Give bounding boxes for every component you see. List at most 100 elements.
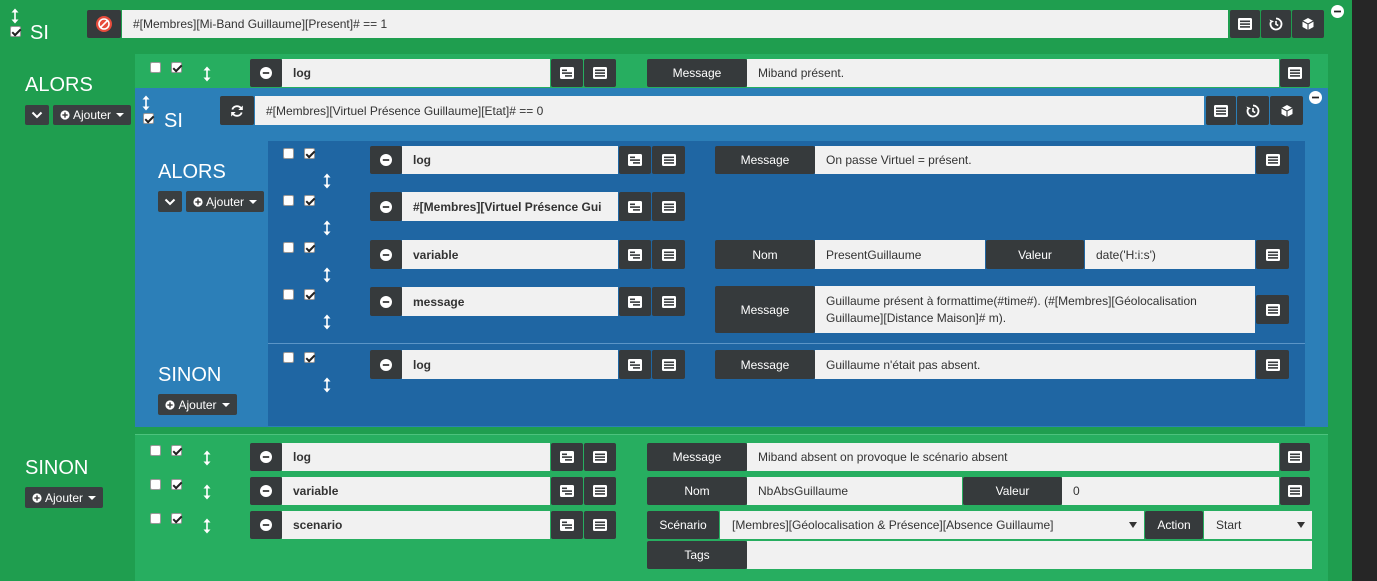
enable-checkbox[interactable] bbox=[304, 352, 315, 363]
select-checkbox[interactable] bbox=[150, 62, 161, 73]
message-input[interactable]: Guillaume présent à formattime(#time#). … bbox=[815, 286, 1255, 333]
cube-button[interactable] bbox=[1270, 96, 1303, 125]
enable-checkbox[interactable] bbox=[304, 289, 315, 300]
enable-checkbox[interactable] bbox=[171, 445, 182, 456]
drag-handle-icon[interactable] bbox=[202, 66, 212, 82]
message-input[interactable]: Guillaume n'était pas absent. bbox=[815, 350, 1255, 379]
message-input[interactable]: On passe Virtuel = présent. bbox=[815, 146, 1255, 174]
action-options-button[interactable] bbox=[652, 146, 685, 174]
message-input[interactable]: Miband absent on provoque le scénario ab… bbox=[747, 443, 1279, 471]
select-checkbox[interactable] bbox=[283, 195, 294, 206]
action-list-button[interactable] bbox=[551, 443, 583, 471]
action-type-input[interactable]: log bbox=[282, 443, 550, 471]
variable-name-input[interactable]: NbAbsGuillaume bbox=[747, 477, 962, 505]
variable-value-input[interactable]: 0 bbox=[1062, 477, 1279, 505]
action-list-button[interactable] bbox=[619, 146, 651, 174]
drag-handle-icon[interactable] bbox=[322, 173, 332, 189]
enable-checkbox[interactable] bbox=[171, 513, 182, 524]
action-type-input[interactable]: log bbox=[282, 59, 550, 87]
variable-value-input[interactable]: date('H:i:s') bbox=[1085, 240, 1255, 269]
action-options-button[interactable] bbox=[584, 477, 616, 505]
enable-checkbox[interactable] bbox=[171, 479, 182, 490]
history-button[interactable] bbox=[1237, 96, 1269, 125]
enable-checkbox[interactable] bbox=[143, 113, 154, 124]
add-dropdown[interactable]: Ajouter bbox=[25, 487, 103, 508]
remove-block-icon[interactable] bbox=[1309, 91, 1322, 104]
message-options-button[interactable] bbox=[1256, 295, 1289, 324]
select-checkbox[interactable] bbox=[150, 445, 161, 456]
enable-checkbox[interactable] bbox=[10, 26, 21, 37]
scenario-select[interactable]: [Membres][Géolocalisation & Présence][Ab… bbox=[720, 511, 1144, 539]
action-options-button[interactable] bbox=[652, 287, 685, 316]
drag-handle-icon[interactable] bbox=[10, 8, 20, 24]
message-input[interactable]: Miband présent. bbox=[747, 59, 1279, 87]
remove-action-button[interactable] bbox=[370, 146, 402, 174]
drag-handle-icon[interactable] bbox=[202, 518, 212, 534]
action-type-input[interactable]: variable bbox=[282, 477, 550, 505]
action-options-button[interactable] bbox=[652, 350, 685, 379]
enable-checkbox[interactable] bbox=[171, 62, 182, 73]
remove-action-button[interactable] bbox=[250, 477, 282, 505]
remove-action-button[interactable] bbox=[370, 287, 402, 316]
action-list-button[interactable] bbox=[551, 511, 583, 539]
tags-input[interactable] bbox=[747, 541, 1312, 569]
action-type-input[interactable]: log bbox=[402, 146, 618, 174]
add-dropdown[interactable]: Ajouter bbox=[158, 394, 237, 415]
expression-button[interactable] bbox=[1206, 96, 1236, 125]
drag-handle-icon[interactable] bbox=[322, 267, 332, 283]
action-type-input[interactable]: variable bbox=[402, 240, 618, 269]
drag-handle-icon[interactable] bbox=[322, 220, 332, 236]
action-list-button[interactable] bbox=[551, 477, 583, 505]
remove-action-button[interactable] bbox=[370, 240, 402, 269]
drag-handle-icon[interactable] bbox=[322, 314, 332, 330]
variable-name-input[interactable]: PresentGuillaume bbox=[815, 240, 985, 269]
select-checkbox[interactable] bbox=[283, 289, 294, 300]
enable-checkbox[interactable] bbox=[304, 242, 315, 253]
if-mode-button[interactable] bbox=[220, 96, 254, 125]
remove-block-icon[interactable] bbox=[1331, 5, 1344, 18]
remove-action-button[interactable] bbox=[250, 59, 282, 87]
message-options-button[interactable] bbox=[1280, 59, 1310, 87]
cube-button[interactable] bbox=[1292, 10, 1324, 38]
action-list-button[interactable] bbox=[551, 59, 583, 87]
action-options-button[interactable] bbox=[652, 240, 685, 269]
action-list-button[interactable] bbox=[619, 240, 651, 269]
value-options-button[interactable] bbox=[1280, 477, 1310, 505]
add-dropdown[interactable]: Ajouter bbox=[186, 191, 264, 212]
action-list-button[interactable] bbox=[619, 350, 651, 379]
value-options-button[interactable] bbox=[1256, 240, 1289, 269]
if-condition-input[interactable]: #[Membres][Mi-Band Guillaume][Present]# … bbox=[122, 10, 1228, 38]
remove-action-button[interactable] bbox=[370, 350, 402, 379]
history-button[interactable] bbox=[1261, 10, 1291, 38]
action-options-button[interactable] bbox=[584, 511, 616, 539]
add-dropdown[interactable]: Ajouter bbox=[53, 105, 131, 125]
collapse-button[interactable] bbox=[25, 105, 49, 125]
message-options-button[interactable] bbox=[1256, 350, 1289, 379]
select-checkbox[interactable] bbox=[283, 352, 294, 363]
action-type-input[interactable]: #[Membres][Virtuel Présence Gui bbox=[402, 192, 618, 221]
drag-handle-icon[interactable] bbox=[141, 95, 151, 111]
nested-condition-input[interactable]: #[Membres][Virtuel Présence Guillaume][E… bbox=[255, 96, 1204, 125]
action-options-button[interactable] bbox=[584, 443, 616, 471]
remove-action-button[interactable] bbox=[370, 192, 402, 221]
select-checkbox[interactable] bbox=[283, 242, 294, 253]
remove-action-button[interactable] bbox=[250, 511, 282, 539]
select-checkbox[interactable] bbox=[150, 513, 161, 524]
action-list-button[interactable] bbox=[619, 287, 651, 316]
collapse-button[interactable] bbox=[158, 191, 182, 212]
action-options-button[interactable] bbox=[652, 192, 685, 221]
enable-checkbox[interactable] bbox=[304, 148, 315, 159]
action-type-input[interactable]: message bbox=[402, 287, 618, 316]
drag-handle-icon[interactable] bbox=[202, 450, 212, 466]
select-checkbox[interactable] bbox=[150, 479, 161, 490]
if-mode-button[interactable] bbox=[87, 10, 121, 38]
expression-button[interactable] bbox=[1230, 10, 1260, 38]
enable-checkbox[interactable] bbox=[304, 195, 315, 206]
message-options-button[interactable] bbox=[1280, 443, 1310, 471]
message-options-button[interactable] bbox=[1256, 146, 1289, 174]
select-checkbox[interactable] bbox=[283, 148, 294, 159]
action-type-input[interactable]: scenario bbox=[282, 511, 550, 539]
action-type-input[interactable]: log bbox=[402, 350, 618, 379]
drag-handle-icon[interactable] bbox=[202, 484, 212, 500]
remove-action-button[interactable] bbox=[250, 443, 282, 471]
